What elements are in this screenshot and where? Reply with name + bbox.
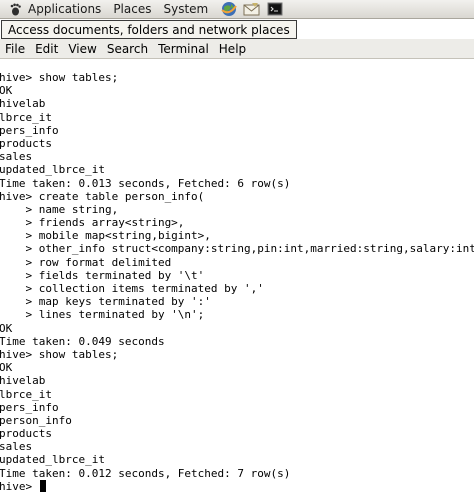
menu-terminal[interactable]: Terminal [153,39,214,59]
terminal-line: OK [0,321,13,335]
terminal-line: OK [0,84,13,98]
menu-view[interactable]: View [63,39,101,59]
terminal-line: > mobile map<string,bigint>, [0,229,211,243]
menu-edit[interactable]: Edit [30,39,63,59]
text-cursor [39,479,46,492]
system-menu[interactable]: System [163,0,208,19]
terminal-line: Time taken: 0.012 seconds, Fetched: 7 ro… [0,466,291,480]
terminal-line: hive> create table person_info( [0,189,205,203]
terminal-line: hive> show tables; [0,71,119,84]
terminal-prompt-line[interactable]: hive> [0,479,474,493]
terminal-line: products [0,136,52,150]
top-panel: Applications Places System [0,0,474,19]
terminal-line: > lines terminated by '\n'; [0,308,205,322]
terminal-line: Time taken: 0.049 seconds [0,334,165,348]
terminal-output-area[interactable]: hive> show tables; OK hivelab lbrce_it pers_… [0,59,474,498]
terminal-launcher-icon[interactable] [266,1,283,17]
terminal-line: > map keys terminated by ':' [0,295,211,309]
terminal-line: lbrce_it [0,387,52,401]
terminal-line: lbrce_it [0,110,52,124]
terminal-lines: hive> show tables; OK hivelab lbrce_it pers_… [0,71,474,493]
terminal-line: hivelab [0,374,46,388]
terminal-line: hive> show tables; [0,347,119,361]
places-tooltip: Access documents, folders and network pl… [1,20,297,39]
mail-icon[interactable] [243,1,260,17]
terminal-line: > other_info struct<company:string,pin:i… [0,242,474,256]
desktop-window: Applications Places System Access docume… [0,0,474,498]
places-menu[interactable]: Places [113,0,151,19]
terminal-line: sales [0,440,33,454]
foot-logo-icon[interactable] [8,2,22,16]
prompt-text: hive> [0,479,39,493]
terminal-line: > friends array<string>, [0,216,185,230]
terminal-line: > collection items terminated by ',' [0,282,264,295]
terminal-line: Time taken: 0.013 seconds, Fetched: 6 ro… [0,176,291,190]
menu-help[interactable]: Help [214,39,251,59]
web-browser-icon[interactable] [220,1,237,17]
menu-search[interactable]: Search [102,39,153,59]
terminal-line: person_info [0,413,72,427]
terminal-line: pers_info [0,400,59,414]
terminal-line: > row format delimited [0,255,172,269]
terminal-menu-bar: File Edit View Search Terminal Help [0,39,474,59]
terminal-line: updated_lbrce_it [0,453,105,467]
terminal-line: products [0,427,52,441]
terminal-line: sales [0,150,33,164]
menu-file[interactable]: File [0,39,30,59]
terminal-line: hivelab [0,97,46,111]
terminal-line: updated_lbrce_it [0,163,105,177]
terminal-line: OK [0,361,13,375]
terminal-line: > fields terminated by '\t' [0,268,205,282]
terminal-line: > name string, [0,202,119,216]
applications-menu[interactable]: Applications [28,0,101,19]
terminal-line: pers_info [0,123,59,137]
